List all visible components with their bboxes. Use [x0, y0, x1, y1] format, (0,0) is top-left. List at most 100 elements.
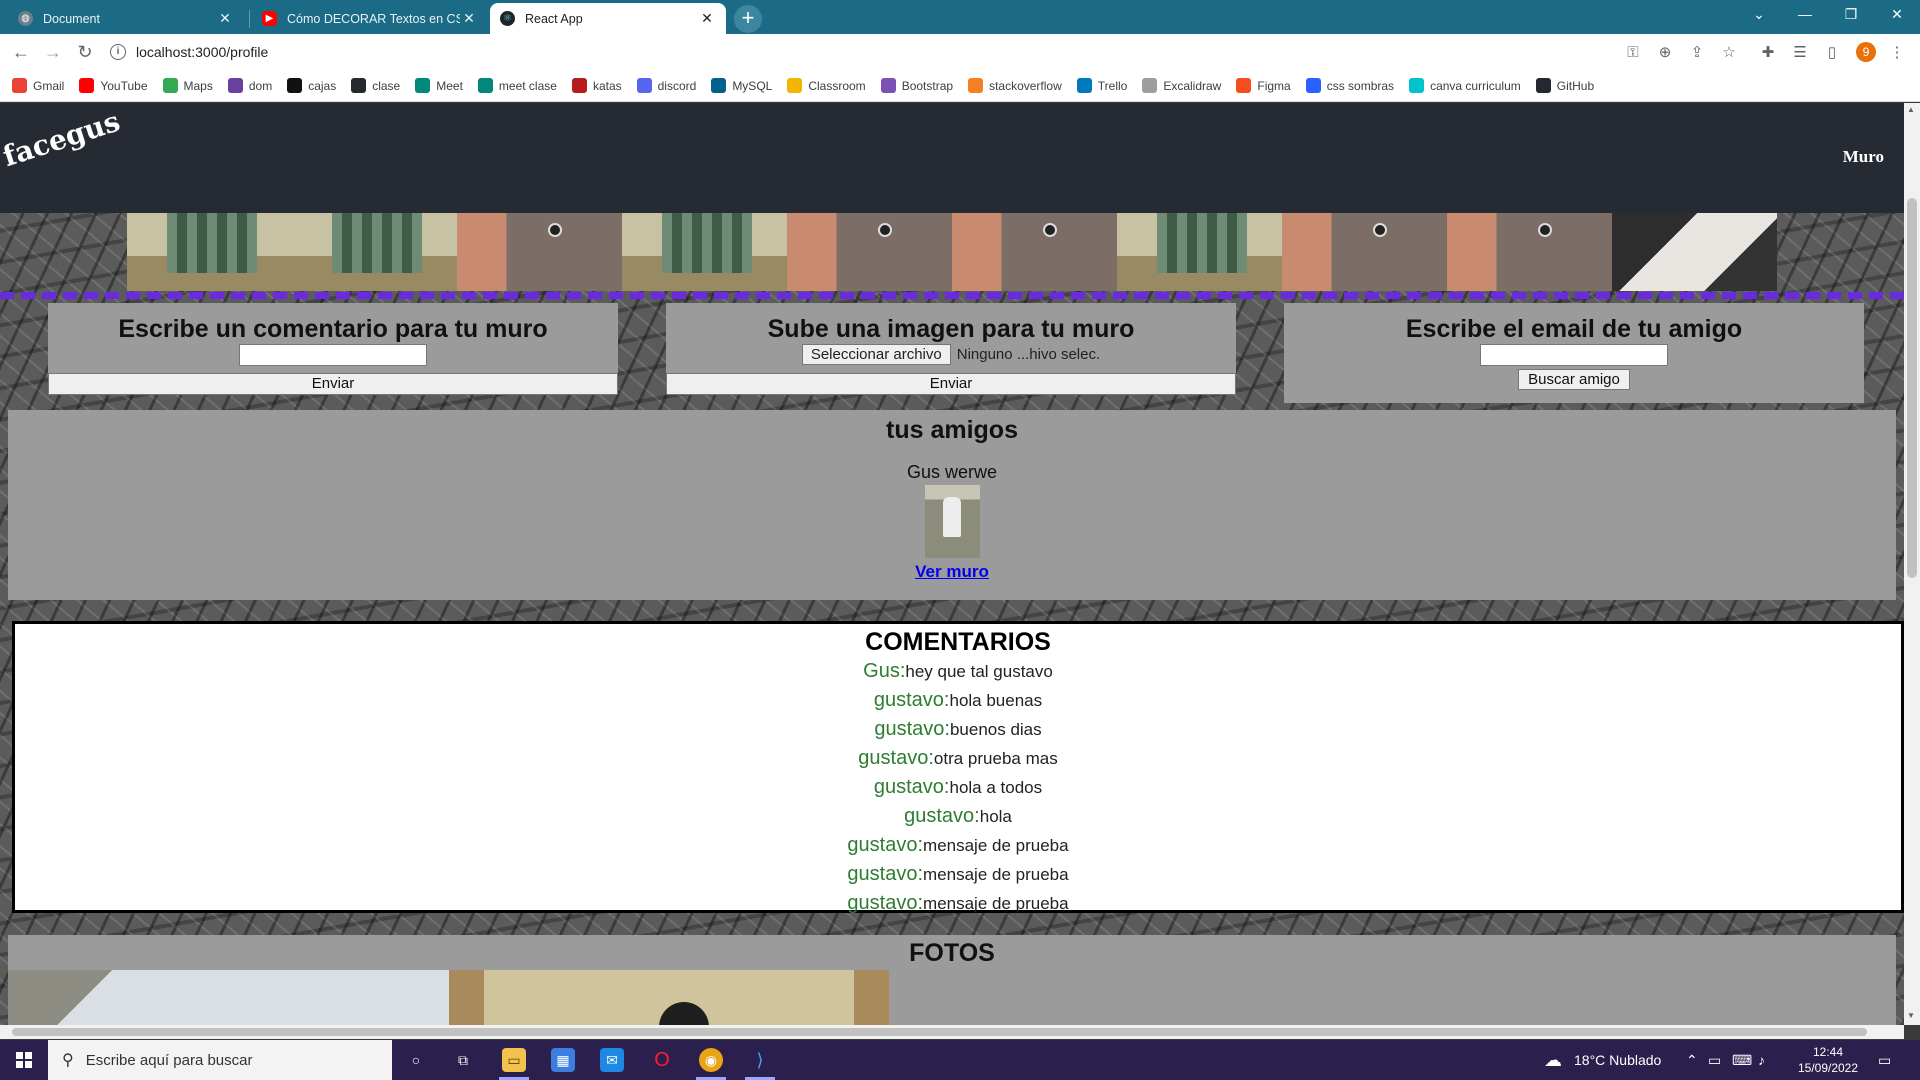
browser-tab-bar: ◍ Document ✕ ▶ Cómo DECORAR Textos en CS… [0, 0, 1920, 34]
wall-photo[interactable] [449, 970, 889, 1025]
nav-link-muro[interactable]: Muro [1843, 147, 1884, 167]
bookmark-item[interactable]: katas [571, 78, 622, 93]
classroom-icon [787, 78, 803, 93]
bookmark-item[interactable]: Classroom [787, 78, 866, 93]
chrome-icon[interactable]: ◉ [699, 1048, 723, 1072]
side-panel-icon[interactable]: ▯ [1821, 42, 1843, 64]
choose-file-button[interactable]: Seleccionar archivo [801, 344, 951, 365]
taskbar-clock[interactable]: 12:44 15/09/2022 [1792, 1044, 1864, 1076]
vscode-icon[interactable]: ⟩ [748, 1048, 772, 1072]
bookmark-item[interactable]: canva curriculum [1409, 78, 1521, 93]
key-icon[interactable]: ⚿ [1622, 42, 1644, 64]
bookmark-item[interactable]: css sombras [1305, 78, 1395, 93]
zoom-icon[interactable]: ⊕ [1654, 42, 1676, 64]
tab-document[interactable]: ◍ Document ✕ [8, 3, 244, 34]
dashed-divider [0, 292, 1904, 299]
notifications-icon[interactable]: ▭ [1878, 1040, 1891, 1080]
bookmark-item[interactable]: stackoverflow [968, 78, 1062, 93]
comment-author: gustavo: [874, 718, 950, 740]
new-tab-button[interactable]: + [734, 5, 762, 33]
file-explorer-icon[interactable]: ▭ [502, 1048, 526, 1072]
profile-avatar[interactable]: 9 [1856, 42, 1876, 62]
friend-email-input[interactable] [1480, 344, 1668, 366]
bookmark-item[interactable]: clase [351, 78, 400, 93]
back-arrow-icon[interactable]: ← [8, 40, 34, 66]
close-icon[interactable]: ✕ [698, 10, 716, 27]
bookmark-item[interactable]: MySQL [711, 78, 772, 93]
send-image-button[interactable]: Enviar [666, 373, 1236, 395]
close-window-button[interactable]: ✕ [1874, 0, 1920, 30]
scroll-down-arrow-icon[interactable]: ▼ [1907, 1011, 1915, 1020]
close-icon[interactable]: ✕ [460, 10, 478, 27]
vertical-scrollbar[interactable]: ▲ ▼ [1904, 103, 1920, 1025]
tab-title: Document [43, 11, 100, 26]
tab-title: Cómo DECORAR Textos en CSS [287, 11, 460, 26]
extensions-icon[interactable]: ✚ [1757, 42, 1779, 64]
reload-icon[interactable]: ↻ [72, 40, 98, 66]
bookmark-item[interactable]: meet clase [477, 78, 557, 93]
view-wall-link[interactable]: Ver muro [915, 562, 989, 582]
tab-youtube[interactable]: ▶ Cómo DECORAR Textos en CSS ✕ [252, 3, 488, 34]
image-form-title: Sube una imagen para tu muro [767, 315, 1135, 343]
clock-date: 15/09/2022 [1797, 1061, 1859, 1075]
wall-photo[interactable] [8, 970, 449, 1025]
bookmark-item[interactable]: cajas [287, 78, 336, 93]
speaker-icon[interactable]: ♪ [1758, 1040, 1765, 1080]
bookmark-item[interactable]: discord [636, 78, 696, 93]
horizontal-scrollbar[interactable] [0, 1025, 1904, 1039]
comment-text: hola [979, 807, 1012, 826]
bookmark-item[interactable]: YouTube [79, 78, 148, 93]
bookmark-item[interactable]: dom [227, 78, 272, 93]
opera-icon[interactable]: O [650, 1048, 674, 1072]
search-friend-button[interactable]: Buscar amigo [1518, 369, 1630, 390]
comment-text: mensaje de prueba [923, 894, 1069, 913]
scroll-up-arrow-icon[interactable]: ▲ [1907, 105, 1915, 114]
send-comment-button[interactable]: Enviar [48, 373, 618, 395]
bookmark-item[interactable]: Bootstrap [880, 78, 953, 93]
keyboard-icon[interactable]: ⌨ [1732, 1040, 1752, 1080]
taskbar-search[interactable]: ⚲ Escribe aquí para buscar [48, 1040, 392, 1080]
weather-text[interactable]: 18°C Nublado [1574, 1040, 1661, 1080]
comment-item: gustavo:mensaje de prueba [15, 831, 1901, 860]
bookmark-label: css sombras [1326, 78, 1395, 93]
store-icon[interactable]: ▦ [551, 1048, 575, 1072]
restore-button[interactable]: ❐ [1828, 0, 1874, 30]
share-icon[interactable]: ⇪ [1686, 42, 1708, 64]
comment-text: hola a todos [949, 778, 1043, 797]
github-icon [1535, 78, 1551, 93]
menu-kebab-icon[interactable]: ⋮ [1886, 42, 1908, 64]
bookmark-item[interactable]: Excalidraw [1142, 78, 1221, 93]
star-icon[interactable]: ☆ [1718, 42, 1740, 64]
network-icon[interactable]: ▭ [1708, 1040, 1721, 1080]
tab-react-app[interactable]: ⚛ React App ✕ [490, 3, 726, 34]
app-logo[interactable]: facegus [0, 104, 124, 173]
scrollbar-thumb[interactable] [12, 1028, 1867, 1036]
site-info-icon[interactable]: i [110, 44, 126, 60]
bookmark-item[interactable]: GitHub [1535, 78, 1594, 93]
banner-photo [622, 213, 787, 291]
comment-input[interactable] [239, 344, 427, 366]
bookmark-item[interactable]: Gmail [12, 78, 64, 93]
chevron-up-icon[interactable]: ⌃ [1686, 1040, 1698, 1080]
mail-icon[interactable]: ✉ [600, 1048, 624, 1072]
address-bar[interactable]: i localhost:3000/profile [110, 38, 1610, 66]
start-button[interactable] [0, 1040, 48, 1080]
bookmark-label: Classroom [808, 78, 866, 93]
photos-title: FOTOS [909, 939, 995, 967]
stackoverflow-icon [968, 78, 984, 93]
reading-list-icon[interactable]: ☰ [1789, 42, 1811, 64]
tab-search-icon[interactable]: ⌄ [1736, 0, 1782, 30]
bookmark-item[interactable]: Trello [1076, 78, 1127, 93]
cortana-icon[interactable]: ○ [404, 1048, 428, 1072]
scrollbar-thumb[interactable] [1907, 198, 1917, 578]
minimize-button[interactable]: — [1782, 0, 1828, 30]
forward-arrow-icon[interactable]: → [40, 40, 66, 66]
task-view-icon[interactable]: ⧉ [451, 1048, 475, 1072]
app-header: facegus Muro [0, 103, 1904, 213]
bookmark-item[interactable]: Maps [162, 78, 213, 93]
close-icon[interactable]: ✕ [216, 10, 234, 27]
dom-icon [227, 78, 243, 93]
comment-form-title: Escribe un comentario para tu muro [118, 315, 548, 343]
bookmark-item[interactable]: Figma [1236, 78, 1291, 93]
bookmark-item[interactable]: Meet [415, 78, 463, 93]
